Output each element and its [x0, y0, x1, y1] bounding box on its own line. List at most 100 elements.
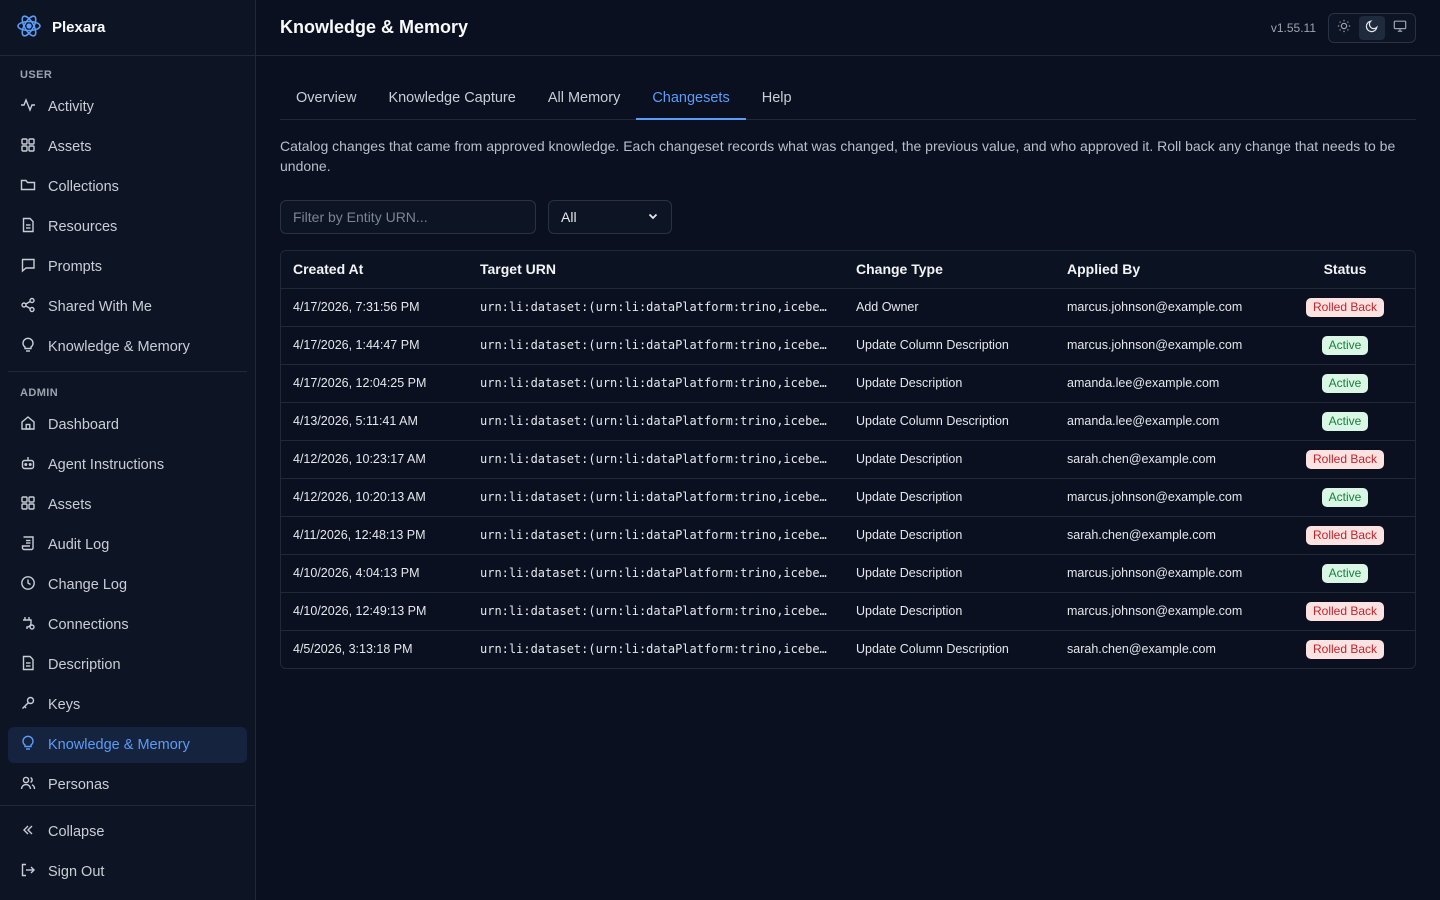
- chevron-down-icon: [647, 209, 659, 225]
- sidebar-item-activity[interactable]: Activity: [8, 89, 247, 125]
- page-title: Knowledge & Memory: [280, 17, 469, 37]
- cell-applied-by: amanda.lee@example.com: [1055, 402, 1275, 441]
- tabs: Overview Knowledge Capture All Memory Ch…: [280, 80, 1416, 120]
- brand[interactable]: Plexara: [0, 0, 255, 56]
- cell-applied-by: amanda.lee@example.com: [1055, 364, 1275, 403]
- cell-change-type: Update Description: [844, 478, 1055, 517]
- column-header-created-at[interactable]: Created At: [281, 251, 468, 289]
- sidebar-item-label: Assets: [48, 139, 92, 155]
- sidebar-item-label: Change Log: [48, 577, 128, 593]
- cell-created-at: 4/17/2026, 12:04:25 PM: [281, 364, 468, 403]
- table-row[interactable]: 4/12/2026, 10:23:17 AM urn:li:dataset:(ur…: [281, 440, 1415, 479]
- cell-change-type: Update Description: [844, 592, 1055, 631]
- status-filter-value: All: [561, 209, 577, 225]
- sidebar-item-assets[interactable]: Assets: [8, 129, 247, 165]
- sidebar-item-label: Collections: [48, 179, 119, 195]
- cell-target-urn: urn:li:dataset:(urn:li:dataPlatform:trin…: [468, 288, 844, 327]
- sidebar-item-resources[interactable]: Resources: [8, 209, 247, 245]
- tab-help[interactable]: Help: [746, 80, 808, 120]
- sidebar-item-label: Audit Log: [48, 537, 110, 553]
- table-row[interactable]: 4/17/2026, 7:31:56 PM urn:li:dataset:(urn…: [281, 288, 1415, 327]
- cell-status: Active: [1275, 326, 1415, 365]
- sidebar-item-label: Prompts: [48, 259, 102, 275]
- collapse-button[interactable]: Collapse: [8, 814, 247, 850]
- sidebar-item-description[interactable]: Description: [8, 647, 247, 683]
- share-icon: [20, 297, 36, 317]
- sidebar-item-dashboard[interactable]: Dashboard: [8, 407, 247, 443]
- sidebar-item-change-log[interactable]: Change Log: [8, 567, 247, 603]
- table-row[interactable]: 4/5/2026, 3:13:18 PM urn:li:dataset:(urn:…: [281, 630, 1415, 668]
- plug-icon: [20, 615, 36, 635]
- grid-icon: [20, 137, 36, 157]
- cell-applied-by: sarah.chen@example.com: [1067, 642, 1216, 657]
- table-row[interactable]: 4/17/2026, 1:44:47 PM urn:li:dataset:(urn…: [281, 326, 1415, 365]
- sidebar-nav: USER Activity Assets Collections Resourc…: [0, 56, 255, 805]
- tab-overview[interactable]: Overview: [280, 80, 372, 120]
- tab-knowledge-capture[interactable]: Knowledge Capture: [372, 80, 531, 120]
- status-badge: Active: [1321, 411, 1369, 431]
- table-header-row: Created At Target URN Change Type Applie…: [281, 251, 1415, 289]
- sidebar-item-knowledge-memory-user[interactable]: Knowledge & Memory: [8, 329, 247, 365]
- cell-applied-by: marcus.johnson@example.com: [1055, 326, 1275, 365]
- sidebar-item-label: Dashboard: [48, 417, 119, 433]
- column-header-target-urn[interactable]: Target URN: [468, 251, 844, 289]
- table-body: 4/17/2026, 7:31:56 PM urn:li:dataset:(urn…: [281, 288, 1415, 668]
- content: Overview Knowledge Capture All Memory Ch…: [256, 56, 1440, 669]
- status-badge: Rolled Back: [1305, 639, 1385, 659]
- sidebar-item-label: Knowledge & Memory: [48, 737, 190, 753]
- cell-applied-by: marcus.johnson@example.com: [1055, 288, 1275, 327]
- sidebar-item-prompts[interactable]: Prompts: [8, 249, 247, 285]
- column-header-status[interactable]: Status: [1275, 251, 1415, 289]
- cell-target-urn: urn:li:dataset:(urn:li:dataPlatform:trin…: [468, 440, 844, 479]
- cell-change-type: Update Description: [844, 554, 1055, 593]
- activity-icon: [20, 97, 36, 117]
- sidebar-item-agent-instructions[interactable]: Agent Instructions: [8, 447, 247, 483]
- status-filter-select[interactable]: All: [548, 200, 672, 234]
- folder-icon: [20, 177, 36, 197]
- cell-created-at: 4/11/2026, 12:48:13 PM: [281, 516, 468, 555]
- sidebar-footer: Collapse Sign Out: [0, 805, 255, 900]
- sidebar-item-personas[interactable]: Personas: [8, 767, 247, 803]
- sidebar-item-label: Description: [48, 657, 121, 673]
- topbar: Knowledge & Memory v1.55.11: [256, 0, 1440, 56]
- message-icon: [20, 257, 36, 277]
- cell-change-type: Add Owner: [844, 288, 1055, 327]
- sidebar-item-keys[interactable]: Keys: [8, 687, 247, 723]
- cell-created-at: 4/17/2026, 1:44:47 PM: [281, 326, 468, 365]
- sidebar-item-knowledge-memory[interactable]: Knowledge & Memory: [8, 727, 247, 763]
- cell-created-at: 4/13/2026, 5:11:41 AM: [281, 402, 468, 441]
- tab-changesets[interactable]: Changesets: [636, 80, 746, 120]
- sidebar-item-connections[interactable]: Connections: [8, 607, 247, 643]
- sidebar-item-collections[interactable]: Collections: [8, 169, 247, 205]
- cell-applied-by: sarah.chen@example.com: [1055, 516, 1275, 555]
- cell-status: Active: [1275, 402, 1415, 441]
- chevrons-left-icon: [20, 822, 36, 842]
- cell-change-type: Update Description: [844, 364, 1055, 403]
- file-icon: [20, 217, 36, 237]
- sidebar: Plexara USER Activity Assets Collections…: [0, 0, 256, 900]
- table-row[interactable]: 4/10/2026, 4:04:13 PM urn:li:dataset:(urn…: [281, 554, 1415, 593]
- file-icon: [20, 655, 36, 675]
- table-row[interactable]: 4/10/2026, 12:49:13 PM urn:li:dataset:(ur…: [281, 592, 1415, 631]
- table-row[interactable]: 4/12/2026, 10:20:13 AM urn:li:dataset:(ur…: [281, 478, 1415, 517]
- system-theme-button[interactable]: [1387, 16, 1413, 40]
- table-row[interactable]: 4/11/2026, 12:48:13 PM urn:li:dataset:(ur…: [281, 516, 1415, 555]
- tab-all-memory[interactable]: All Memory: [532, 80, 637, 120]
- column-header-applied-by[interactable]: Applied By: [1055, 251, 1275, 289]
- urn-filter-input[interactable]: [280, 200, 536, 234]
- cell-applied-by: marcus.johnson@example.com: [1055, 592, 1275, 631]
- column-header-change-type[interactable]: Change Type: [844, 251, 1055, 289]
- cell-change-type: Update Column Description: [856, 642, 1009, 657]
- cell-target-urn: urn:li:dataset:(urn:li:dataPlatform:trin…: [468, 592, 844, 631]
- sidebar-item-shared-with-me[interactable]: Shared With Me: [8, 289, 247, 325]
- table-row[interactable]: 4/13/2026, 5:11:41 AM urn:li:dataset:(urn…: [281, 402, 1415, 441]
- sign-out-button[interactable]: Sign Out: [8, 854, 247, 890]
- sidebar-item-label: Assets: [48, 497, 92, 513]
- table-row[interactable]: 4/17/2026, 12:04:25 PM urn:li:dataset:(ur…: [281, 364, 1415, 403]
- dark-theme-button[interactable]: [1359, 15, 1385, 40]
- sidebar-item-audit-log[interactable]: Audit Log: [8, 527, 247, 563]
- light-theme-button[interactable]: [1331, 16, 1357, 40]
- cell-status: Active: [1275, 554, 1415, 593]
- sidebar-item-assets-admin[interactable]: Assets: [8, 487, 247, 523]
- main: Knowledge & Memory v1.55.11 Overview Kno…: [256, 0, 1440, 900]
